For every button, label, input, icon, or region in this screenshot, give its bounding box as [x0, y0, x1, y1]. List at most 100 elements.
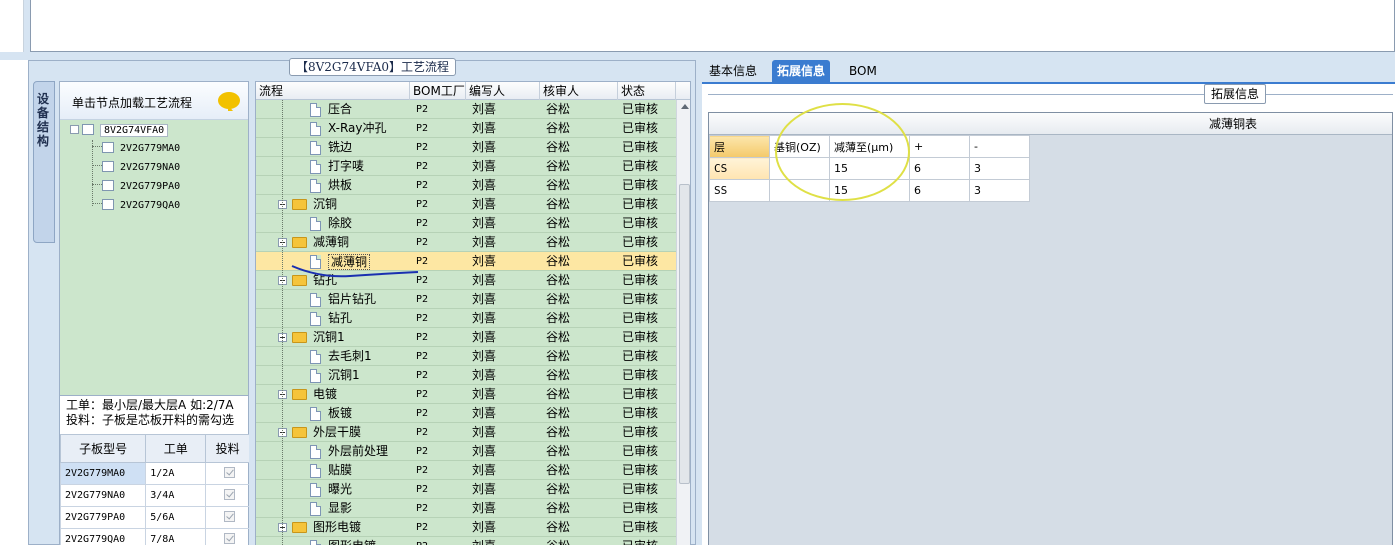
flow-row[interactable]: 沉铜1 P2 刘喜 谷松 已审核 [256, 366, 676, 385]
flow-row[interactable]: 图形电镀 P2 刘喜 谷松 已审核 [256, 518, 676, 537]
flow-row[interactable]: 除胶 P2 刘喜 谷松 已审核 [256, 214, 676, 233]
flow-row[interactable]: 贴膜 P2 刘喜 谷松 已审核 [256, 461, 676, 480]
flow-name-cell: 除胶 [256, 214, 410, 233]
sub-table-row[interactable]: 2V2G779PA0 5/6A [59, 506, 250, 529]
flow-row[interactable]: 压合 P2 刘喜 谷松 已审核 [256, 100, 676, 119]
sub-model-cell: 2V2G779QA0 [59, 528, 147, 545]
ext-cell-layer[interactable]: CS [709, 157, 770, 180]
flow-header-4[interactable]: 状态 [618, 82, 676, 100]
flow-row[interactable]: 显影 P2 刘喜 谷松 已审核 [256, 499, 676, 518]
ext-header-cell[interactable]: + [909, 135, 970, 158]
tab-0[interactable]: 基本信息 [704, 60, 762, 82]
flow-row[interactable]: 减薄铜 P2 刘喜 谷松 已审核 [256, 233, 676, 252]
horizontal-splitter[interactable] [0, 52, 1395, 60]
flow-row[interactable]: 沉铜 P2 刘喜 谷松 已审核 [256, 195, 676, 214]
scroll-up-arrow-icon[interactable] [681, 104, 689, 109]
sub-table-row[interactable]: 2V2G779NA0 3/4A [59, 484, 250, 507]
flow-row[interactable]: 铝片钻孔 P2 刘喜 谷松 已审核 [256, 290, 676, 309]
tab-1[interactable]: 拓展信息 [772, 60, 831, 82]
annotation-underline [291, 265, 419, 278]
speech-bubble-icon[interactable] [218, 92, 240, 111]
sub-board-table: 子板型号 工单 投料 2V2G779MA0 1/2A 2V2G779NA0 3/4A 2V2… [59, 434, 250, 545]
document-icon [310, 463, 321, 478]
flow-step-label: 铣边 [328, 140, 353, 154]
flow-row[interactable]: 钻孔 P2 刘喜 谷松 已审核 [256, 309, 676, 328]
tree-node-child[interactable]: 2V2G779MA0 [92, 140, 180, 158]
feed-checkbox[interactable] [224, 466, 236, 478]
ext-cell-plus[interactable]: 6 [909, 179, 970, 202]
flow-reviewer-cell: 谷松 [546, 197, 571, 211]
flow-step-label: 沉铜1 [328, 368, 360, 382]
flow-row[interactable]: 打字唛 P2 刘喜 谷松 已审核 [256, 157, 676, 176]
sub-feed-cell [205, 484, 250, 507]
flow-row[interactable]: 铣边 P2 刘喜 谷松 已审核 [256, 138, 676, 157]
tree-node-root[interactable]: 8V2G74VFA0 [70, 122, 169, 140]
flow-row[interactable]: 外层前处理 P2 刘喜 谷松 已审核 [256, 442, 676, 461]
flow-reviewer-cell: 谷松 [546, 121, 571, 135]
flow-row[interactable]: 烘板 P2 刘喜 谷松 已审核 [256, 176, 676, 195]
flow-factory-cell: P2 [416, 161, 429, 172]
info-feed-hint: 投料：子板是芯板开料的需勾选 [66, 413, 235, 427]
ext-cell-layer[interactable]: SS [709, 179, 770, 202]
tree-node-child[interactable]: 2V2G779QA0 [92, 197, 180, 215]
tab-2[interactable]: BOM [844, 60, 882, 82]
device-info: 工单：最小层/最大层A 如:2/7A 投料：子板是芯板开料的需勾选 [60, 396, 248, 432]
sub-table-row[interactable]: 2V2G779MA0 1/2A [59, 462, 250, 485]
feed-checkbox[interactable] [224, 510, 236, 522]
group-divider [708, 94, 1393, 95]
flow-grid-scrollbar[interactable] [676, 100, 690, 545]
folder-icon [292, 332, 307, 343]
flow-writer-cell: 刘喜 [472, 463, 497, 477]
tree-node-child[interactable]: 2V2G779NA0 [92, 159, 180, 177]
document-icon [310, 349, 321, 364]
flow-header-2[interactable]: 编写人 [466, 82, 540, 100]
document-icon [310, 121, 321, 136]
flow-factory-cell: P2 [416, 408, 429, 419]
flow-row[interactable]: 电镀 P2 刘喜 谷松 已审核 [256, 385, 676, 404]
flow-header-0[interactable]: 流程 [256, 82, 410, 100]
flow-header-1[interactable]: BOM工厂 [410, 82, 466, 100]
tree-node-label: 2V2G779MA0 [120, 143, 181, 154]
tab-device-structure[interactable]: 设备结构 [33, 81, 55, 243]
scrollbar-thumb[interactable] [679, 184, 690, 484]
tree-node-child[interactable]: 2V2G779PA0 [92, 178, 180, 196]
feed-checkbox[interactable] [224, 488, 236, 500]
flow-step-label: 电镀 [313, 387, 338, 401]
document-icon [310, 178, 321, 193]
document-icon [310, 159, 321, 174]
ext-cell-minus[interactable]: 3 [969, 157, 1030, 180]
flow-name-cell: 图形电镀 [256, 537, 410, 545]
flow-step-label: 压合 [328, 102, 353, 116]
flow-title: 【8V2G74VFA0】工艺流程 [289, 58, 457, 76]
flow-reviewer-cell: 谷松 [546, 311, 571, 325]
flow-row[interactable]: 沉铜1 P2 刘喜 谷松 已审核 [256, 328, 676, 347]
ext-cell-minus[interactable]: 3 [969, 179, 1030, 202]
flow-header-3[interactable]: 核审人 [540, 82, 618, 100]
ext-header-cell[interactable]: - [969, 135, 1030, 158]
flow-writer-cell: 刘喜 [472, 121, 497, 135]
flow-row[interactable]: 板镀 P2 刘喜 谷松 已审核 [256, 404, 676, 423]
flow-reviewer-cell: 谷松 [546, 254, 571, 268]
ext-cell-plus[interactable]: 6 [909, 157, 970, 180]
flow-step-label: 图形电镀 [328, 537, 376, 545]
flow-status-cell: 已审核 [622, 178, 659, 192]
flow-name-cell: 沉铜1 [256, 328, 410, 347]
flow-row[interactable]: 外层干膜 P2 刘喜 谷松 已审核 [256, 423, 676, 442]
flow-name-cell: 贴膜 [256, 461, 410, 480]
flow-step-label: 板镀 [328, 406, 353, 420]
sub-table-row[interactable]: 2V2G779QA0 7/8A [59, 528, 250, 545]
document-icon [310, 501, 321, 516]
flow-status-cell: 已审核 [622, 330, 659, 344]
flow-status-cell: 已审核 [622, 102, 659, 116]
ext-header-cell[interactable]: 层 [709, 135, 770, 158]
flow-status-cell: 已审核 [622, 197, 659, 211]
feed-checkbox[interactable] [224, 532, 236, 544]
flow-status-cell: 已审核 [622, 121, 659, 135]
flow-row[interactable]: X-Ray冲孔 P2 刘喜 谷松 已审核 [256, 119, 676, 138]
flow-row[interactable]: 去毛刺1 P2 刘喜 谷松 已审核 [256, 347, 676, 366]
document-icon [310, 311, 321, 326]
flow-row[interactable]: 曝光 P2 刘喜 谷松 已审核 [256, 480, 676, 499]
flow-row[interactable]: 图形电镀 P2 刘喜 谷松 已审核 [256, 537, 676, 545]
flow-reviewer-cell: 谷松 [546, 178, 571, 192]
flow-reviewer-cell: 谷松 [546, 140, 571, 154]
